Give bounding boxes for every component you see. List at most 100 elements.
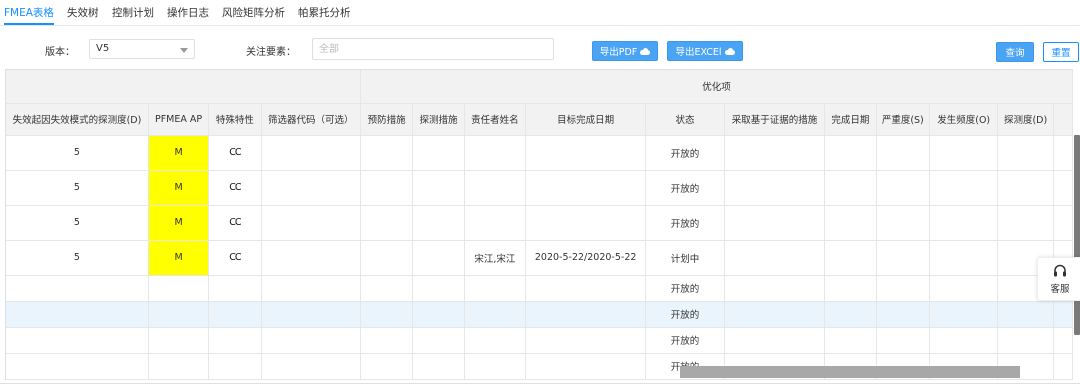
table-cell-target: 2020-5-22/2020-5-22 — [525, 240, 647, 276]
table-cell-owner — [464, 301, 527, 328]
column-header: 完成日期 — [824, 103, 877, 136]
column-header: 状态 — [645, 103, 725, 136]
table-row[interactable]: 5 M CC 宋江,宋江 2020-5-22/2020-5-22 计划中 — [6, 240, 1073, 276]
table-cell-special: CC — [208, 240, 262, 276]
table-cell-prevent — [360, 240, 414, 276]
table-cell-s — [876, 135, 931, 171]
table-cell-owner: 宋江,宋江 — [464, 240, 527, 276]
table-cell-filter — [261, 353, 361, 380]
table-row[interactable]: 开放的 — [6, 301, 1073, 328]
table-cell-filter — [261, 240, 361, 276]
table-cell-filter — [261, 327, 361, 354]
table-row[interactable]: 开放的 — [6, 327, 1073, 354]
table-cell-d: 5 — [6, 205, 149, 241]
customer-service-label: 客服 — [1050, 284, 1070, 295]
table-cell-evidence — [724, 327, 826, 354]
table-cell-done — [824, 135, 877, 171]
table-cell-done — [824, 327, 877, 354]
table-cell-status: 开放的 — [645, 135, 725, 171]
table-cell-d2 — [997, 327, 1054, 354]
table-cell-evidence — [724, 170, 826, 206]
table-row[interactable]: 开放的 — [6, 275, 1073, 302]
tab-risk-matrix[interactable]: 风险矩阵分析 — [222, 5, 285, 25]
table-cell-done — [824, 170, 877, 206]
table-cell-owner — [464, 205, 527, 241]
table-cell-overflow — [1053, 353, 1073, 380]
table-cell-target — [525, 275, 647, 302]
version-select[interactable]: V5 — [89, 39, 195, 59]
table-cell-done — [824, 301, 877, 328]
table-cell-d: 5 — [6, 135, 149, 171]
table-cell-evidence — [724, 301, 826, 328]
fmea-table: 优化项 失效起因失效模式的探测度(D) PFMEA AP 特殊特性 筛选器代码（… — [5, 69, 1073, 380]
tab-operation-log[interactable]: 操作日志 — [167, 5, 209, 25]
table-cell-detect — [412, 135, 465, 171]
tab-control-plan[interactable]: 控制计划 — [112, 5, 154, 25]
table-cell-status: 开放的 — [645, 301, 725, 328]
table-cell-prevent — [360, 301, 414, 328]
table-cell-prevent — [360, 353, 414, 380]
focus-input[interactable] — [312, 38, 554, 60]
column-header: 采取基于证据的措施 — [724, 103, 826, 136]
table-cell-overflow — [1053, 205, 1073, 241]
query-button[interactable]: 查询 — [996, 42, 1034, 62]
column-header: 目标完成日期 — [525, 103, 647, 136]
tab-fmea-table[interactable]: FMEA表格 — [4, 5, 54, 25]
table-cell-status: 开放的 — [645, 275, 725, 302]
table-cell-o — [929, 301, 999, 328]
table-row[interactable]: 5 M CC 开放的 — [6, 205, 1073, 241]
table-cell-d — [6, 353, 149, 380]
column-header: 预防措施 — [360, 103, 414, 136]
tab-fault-tree[interactable]: 失效树 — [67, 5, 99, 25]
table-cell-special — [208, 275, 262, 302]
table-cell-special: CC — [208, 205, 262, 241]
column-header: PFMEA AP — [148, 103, 210, 136]
table-cell-ap — [148, 275, 210, 302]
table-cell-overflow — [1053, 135, 1073, 171]
table-cell-d — [6, 327, 149, 354]
table-cell-detect — [412, 301, 465, 328]
table-cell-detect — [412, 205, 465, 241]
headset-icon — [1054, 264, 1066, 277]
table-cell-o — [929, 170, 999, 206]
export-excel-button[interactable]: 导出EXCEl — [667, 41, 743, 61]
table-cell-detect — [412, 275, 465, 302]
table-cell-status: 计划中 — [645, 240, 725, 276]
table-cell-detect — [412, 353, 465, 380]
table-cell-target — [525, 170, 647, 206]
column-header: 特殊特性 — [208, 103, 262, 136]
table-cell-target — [525, 327, 647, 354]
table-row[interactable]: 5 M CC 开放的 — [6, 135, 1073, 171]
cloud-download-icon — [724, 47, 735, 55]
table-cell-o — [929, 205, 999, 241]
table-cell-d2 — [997, 170, 1054, 206]
table-cell-target — [525, 205, 647, 241]
tab-pareto[interactable]: 帕累托分析 — [298, 5, 351, 25]
table-cell-d2 — [997, 135, 1054, 171]
customer-service-button[interactable]: 客服 — [1037, 257, 1080, 301]
table-cell-s — [876, 240, 931, 276]
table-cell-status: 开放的 — [645, 205, 725, 241]
version-value: V5 — [96, 43, 110, 54]
table-cell-s — [876, 170, 931, 206]
table-row[interactable]: 5 M CC 开放的 — [6, 170, 1073, 206]
table-cell-status: 开放的 — [645, 170, 725, 206]
table-cell-detect — [412, 240, 465, 276]
reset-button[interactable]: 重置 — [1043, 42, 1079, 62]
table-cell-done — [824, 275, 877, 302]
table-cell-o — [929, 327, 999, 354]
horizontal-scrollbar[interactable] — [680, 366, 1020, 378]
table-cell-s — [876, 301, 931, 328]
table-cell-target — [525, 353, 647, 380]
vertical-scrollbar[interactable] — [1074, 135, 1080, 335]
column-header: 探测度(D) — [997, 103, 1054, 136]
table-cell-prevent — [360, 327, 414, 354]
header-group-optimization: 优化项 — [360, 70, 1073, 104]
table-cell-ap: M — [148, 135, 210, 171]
column-header: 探测措施 — [412, 103, 465, 136]
export-pdf-button[interactable]: 导出PDF — [592, 41, 658, 61]
table-cell-done — [824, 205, 877, 241]
table-cell-prevent — [360, 205, 414, 241]
table-cell-filter — [261, 170, 361, 206]
header-group-blank — [6, 70, 361, 104]
